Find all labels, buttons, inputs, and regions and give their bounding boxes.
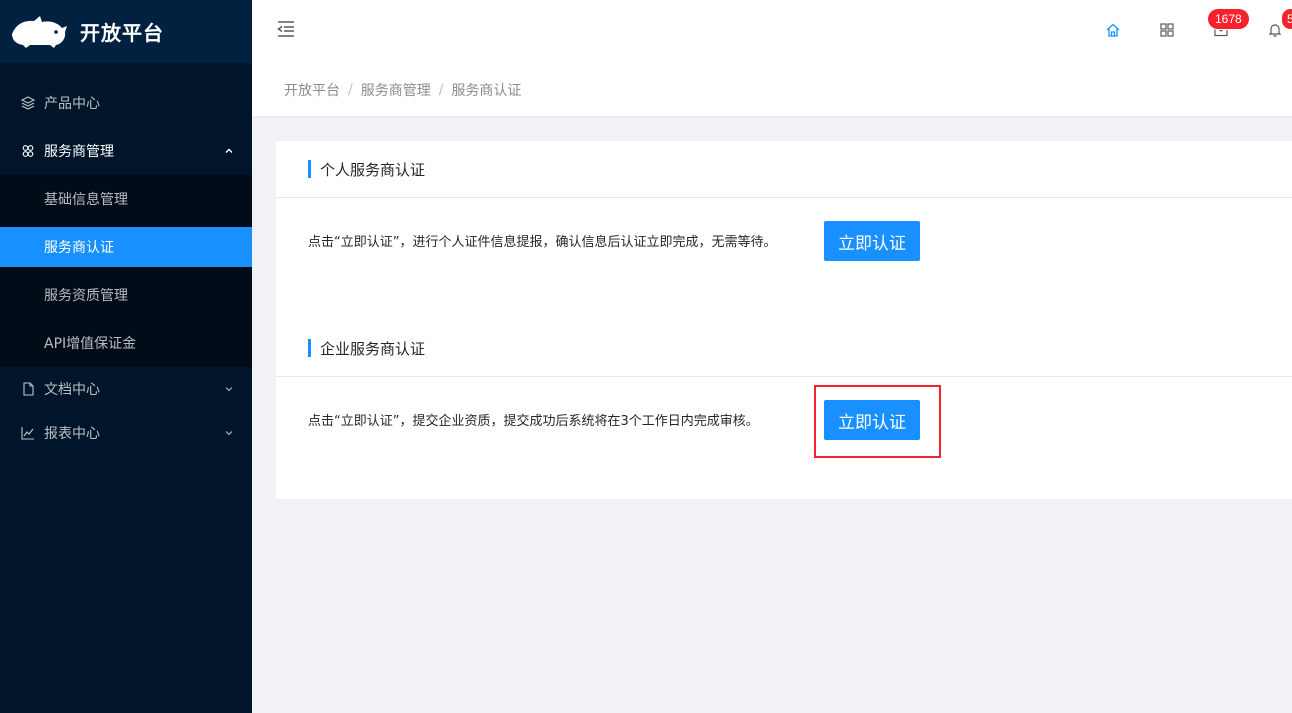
line-chart-icon [20,425,36,441]
sidebar-item-report-center[interactable]: 报表中心 [0,411,252,455]
breadcrumb-current: 服务商认证 [451,82,522,99]
sidebar-item-provider-management[interactable]: 服务商管理 [0,127,252,175]
top-header: 1678 5 [252,0,1292,63]
logo-bar[interactable]: 开放平台 [0,0,252,63]
app-title: 开放平台 [80,21,164,45]
sidebar: 开放平台 产品中心 服务商管理 基础信息管理 服务商认证 服务资质管理 API增… [0,0,252,713]
sidebar-item-label: 服务商认证 [44,240,114,256]
chevron-down-icon [225,431,233,436]
sidebar-item-label: 服务商管理 [44,144,114,160]
chevron-up-icon [225,148,233,153]
sidebar-menu: 产品中心 服务商管理 基础信息管理 服务商认证 服务资质管理 API增值保证金 [0,79,252,455]
submenu-provider-management: 基础信息管理 服务商认证 服务资质管理 API增值保证金 [0,175,252,367]
breadcrumb-separator: / [348,81,353,98]
sidebar-item-label: 服务资质管理 [44,288,128,304]
divider [276,197,1292,198]
rhino-logo-icon [12,15,67,48]
certification-card: 个人服务商认证 点击“立即认证”，进行个人证件信息提报，确认信息后认证立即完成，… [276,141,1292,499]
sidebar-item-label: 报表中心 [44,426,100,442]
appstore-icon[interactable] [1159,22,1175,38]
breadcrumb-separator: / [438,81,444,98]
section-description: 点击“立即认证”，进行个人证件信息提报，确认信息后认证立即完成，无需等待。 [308,235,777,250]
section-title: 个人服务商认证 [308,159,425,179]
mail-count-badge: 1678 [1208,9,1249,29]
layers-icon [20,95,36,111]
breadcrumb-item[interactable]: 服务商管理 [361,80,431,100]
chevron-down-icon [225,387,233,392]
sidebar-item-label: 产品中心 [44,96,100,112]
highlight-box [814,385,941,458]
sidebar-item-qualification[interactable]: 服务资质管理 [0,271,252,319]
notification-badge: 5 [1282,9,1292,29]
menu-fold-icon[interactable] [276,20,296,38]
home-icon[interactable] [1105,22,1121,38]
sidebar-item-product-center[interactable]: 产品中心 [0,79,252,127]
sidebar-item-api-deposit[interactable]: API增值保证金 [0,319,252,367]
section-description: 点击“立即认证”，提交企业资质，提交成功后系统将在3个工作日内完成审核。 [308,414,759,429]
personal-certify-button[interactable]: 立即认证 [824,221,920,261]
bell-icon[interactable] [1267,22,1283,38]
file-icon [20,381,36,397]
sidebar-item-provider-certification[interactable]: 服务商认证 [0,227,252,267]
sidebar-item-doc-center[interactable]: 文档中心 [0,367,252,411]
sidebar-item-label: 文档中心 [44,382,100,398]
divider [276,376,1292,377]
sidebar-item-label: 基础信息管理 [44,192,128,208]
sidebar-item-label: API增值保证金 [44,336,137,352]
group-icon [20,143,36,159]
sidebar-item-basic-info[interactable]: 基础信息管理 [0,175,252,223]
breadcrumb-item[interactable]: 开放平台 [284,80,340,100]
breadcrumb: 开放平台 / 服务商管理 / 服务商认证 [252,63,1292,117]
section-title: 企业服务商认证 [308,338,425,358]
